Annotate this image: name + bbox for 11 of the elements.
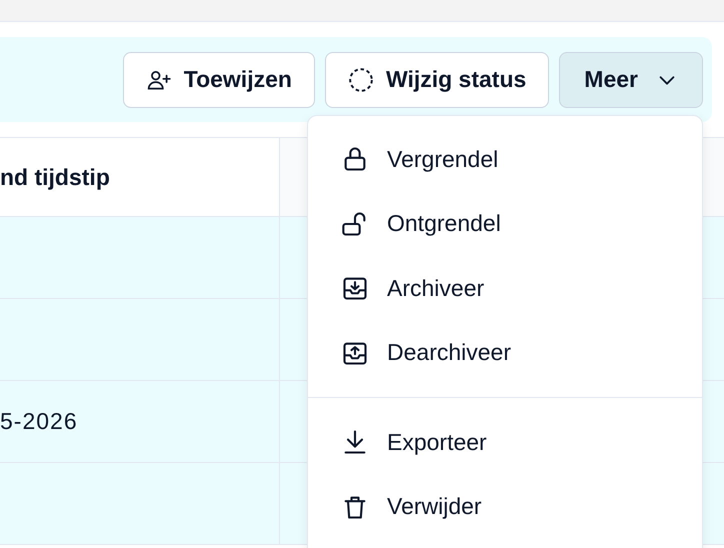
menu-item[interactable]: Archiveer [308, 256, 702, 320]
menu-item[interactable]: Ontgrendel [308, 192, 702, 256]
menu-item[interactable]: Vergrendel [308, 127, 702, 192]
dashed-circle-icon [348, 66, 374, 92]
menu-item[interactable]: Exporteer [308, 410, 702, 474]
toolbar-button[interactable]: Meer [559, 52, 703, 108]
toolbar-button[interactable]: Wijzig status [324, 52, 550, 108]
table-cell: 5-2026 [0, 408, 78, 435]
toolbar-button[interactable]: Toewijzen [122, 52, 315, 108]
column-header: nd tijdstip [0, 164, 110, 190]
menu-item[interactable]: Dearchiveer [308, 320, 702, 385]
